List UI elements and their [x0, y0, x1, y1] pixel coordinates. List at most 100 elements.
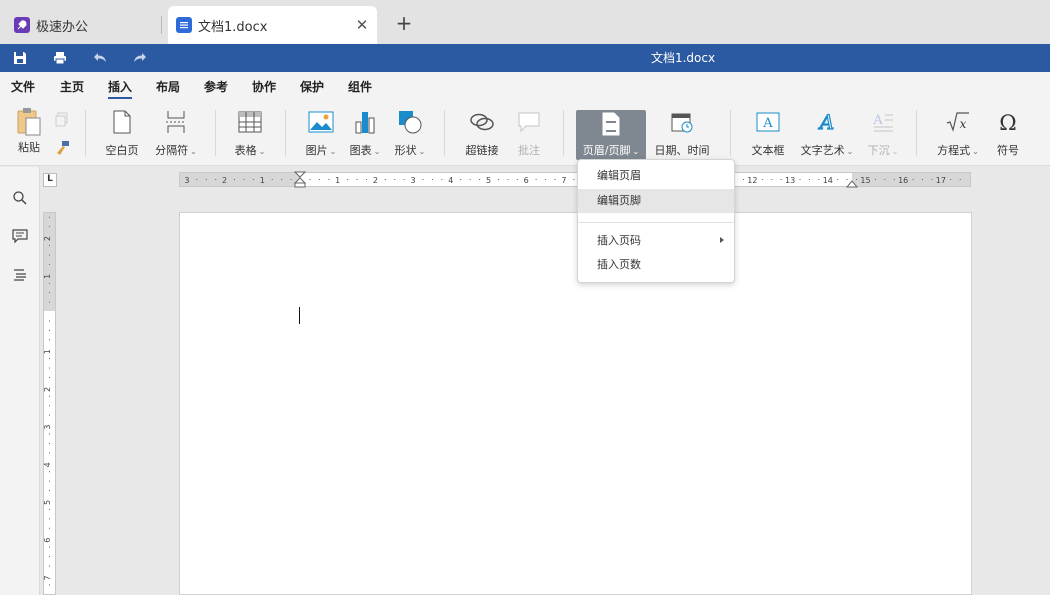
rocket-icon: [14, 17, 30, 33]
menu-collaborate[interactable]: 协作: [252, 78, 276, 95]
navigation-icon[interactable]: [9, 264, 31, 286]
ruler-tick: [252, 179, 254, 180]
shape-button[interactable]: 形状 ⌄: [391, 108, 429, 160]
symbol-button[interactable]: Ω 符号: [992, 108, 1024, 160]
ruler-tick: [49, 442, 50, 444]
ruler-number: 1: [44, 274, 52, 279]
tab-label: 极速办公: [36, 19, 89, 35]
ruler-tick: [384, 179, 386, 180]
ruler-tick: [49, 527, 50, 529]
blank-page-button[interactable]: 空白页: [102, 108, 142, 160]
ruler-tick: [49, 216, 50, 218]
ruler-number: 5: [44, 500, 52, 505]
ruler-number: 14: [823, 176, 833, 185]
ruler-tick: [874, 179, 876, 180]
save-icon[interactable]: [9, 48, 31, 68]
vertical-ruler[interactable]: 2 1 1 2 3 4 5 6 7: [43, 212, 56, 595]
menu-file[interactable]: 文件: [11, 78, 35, 95]
picture-button[interactable]: 图片 ⌄: [302, 108, 340, 160]
right-indent-marker[interactable]: [845, 177, 859, 188]
ribbon-divider: [85, 110, 86, 156]
hyperlink-label: 超链接: [465, 144, 499, 157]
ruler-number: 16: [898, 176, 908, 185]
ruler-number: 4: [448, 176, 453, 185]
menu-home[interactable]: 主页: [60, 78, 84, 95]
menu-protect[interactable]: 保护: [300, 78, 324, 95]
ruler-tick: [271, 179, 273, 180]
ruler-tick: [49, 584, 50, 586]
table-button[interactable]: 表格 ⌄: [230, 108, 270, 160]
menu-plugins[interactable]: 组件: [348, 78, 372, 95]
word-art-button[interactable]: A 文字艺术 ⌄: [797, 108, 857, 160]
ruler-tick: [318, 179, 320, 180]
menu-layout[interactable]: 布局: [156, 78, 180, 95]
tab-document[interactable]: 文档1.docx ✕: [168, 6, 377, 44]
date-time-button[interactable]: 日期、时间: [652, 108, 712, 160]
picture-icon: [306, 108, 336, 136]
search-icon[interactable]: [9, 187, 31, 209]
chevron-down-icon: ⌄: [891, 147, 899, 156]
ruler-tick: [922, 179, 924, 180]
tab-stop-selector[interactable]: L: [43, 173, 57, 187]
redo-icon[interactable]: [129, 48, 151, 68]
chevron-down-icon: ⌄: [972, 147, 979, 156]
page-break-button[interactable]: 分隔符 ⌄: [152, 108, 200, 160]
word-art-icon: A: [812, 108, 842, 136]
horizontal-ruler[interactable]: 3 2 1 1 2 3 4 5 6 7 12 13 14 15 16 17: [179, 171, 971, 188]
insert-page-count-item[interactable]: 插入页数: [578, 253, 734, 277]
ruler-number: 3: [411, 176, 416, 185]
chevron-down-icon: ⌄: [373, 147, 381, 156]
new-tab-button[interactable]: +: [392, 12, 416, 36]
chevron-right-icon: [720, 237, 724, 243]
insert-page-number-item[interactable]: 插入页码: [578, 229, 734, 253]
document-page[interactable]: [179, 212, 972, 595]
ruler-tick: [931, 179, 933, 180]
text-box-button[interactable]: A 文本框: [748, 108, 788, 160]
ruler-number: 5: [486, 176, 491, 185]
ruler-tick: [394, 179, 396, 180]
comment-button[interactable]: 批注: [512, 108, 546, 160]
comment-icon: [514, 108, 544, 136]
header-footer-label: 页眉/页脚: [582, 144, 631, 157]
comments-icon[interactable]: [9, 225, 31, 247]
drop-cap-button[interactable]: A 下沉 ⌄: [864, 108, 902, 160]
hyperlink-button[interactable]: 超链接: [462, 108, 502, 160]
undo-icon[interactable]: [89, 48, 111, 68]
ruler-tick: [950, 179, 952, 180]
omega-icon: Ω: [993, 108, 1023, 136]
print-icon[interactable]: [49, 48, 71, 68]
ruler-tick: [49, 254, 50, 256]
header-footer-button[interactable]: 页眉/页脚 ⌄: [576, 110, 646, 160]
ruler-tick: [49, 471, 50, 473]
equation-label: 方程式: [937, 144, 971, 157]
close-icon[interactable]: ✕: [353, 16, 371, 34]
equation-icon: x: [943, 108, 973, 136]
left-sidebar: [0, 167, 40, 595]
page-break-icon: [161, 108, 191, 136]
ruler-number: 2: [44, 236, 52, 241]
copy-icon[interactable]: [54, 112, 70, 128]
indent-marker[interactable]: [293, 171, 307, 188]
edit-header-item[interactable]: 编辑页眉: [578, 164, 734, 188]
ruler-tick: [309, 179, 311, 180]
edit-footer-item[interactable]: 编辑页脚: [578, 189, 734, 213]
symbol-label: 符号: [997, 144, 1019, 157]
ruler-number: 4: [44, 462, 52, 467]
paste-button[interactable]: 粘贴: [12, 108, 46, 160]
menu-references[interactable]: 参考: [204, 78, 228, 95]
tab-home[interactable]: 极速办公: [6, 6, 156, 44]
ruler-tick: [49, 480, 50, 482]
comment-label: 批注: [518, 144, 540, 157]
ruler-tick: [49, 367, 50, 369]
document-title: 文档1.docx: [650, 51, 716, 65]
chevron-down-icon: ⌄: [190, 147, 197, 156]
table-label: 表格: [234, 144, 257, 157]
ruler-tick: [49, 414, 50, 416]
ruler-tick: [545, 179, 547, 180]
ruler-tick: [742, 179, 744, 180]
format-painter-icon[interactable]: [54, 140, 70, 156]
menu-insert[interactable]: 插入: [108, 78, 132, 95]
equation-button[interactable]: x 方程式 ⌄: [934, 108, 982, 160]
chart-button[interactable]: 图表 ⌄: [346, 108, 384, 160]
ruler-tick: [959, 179, 961, 180]
